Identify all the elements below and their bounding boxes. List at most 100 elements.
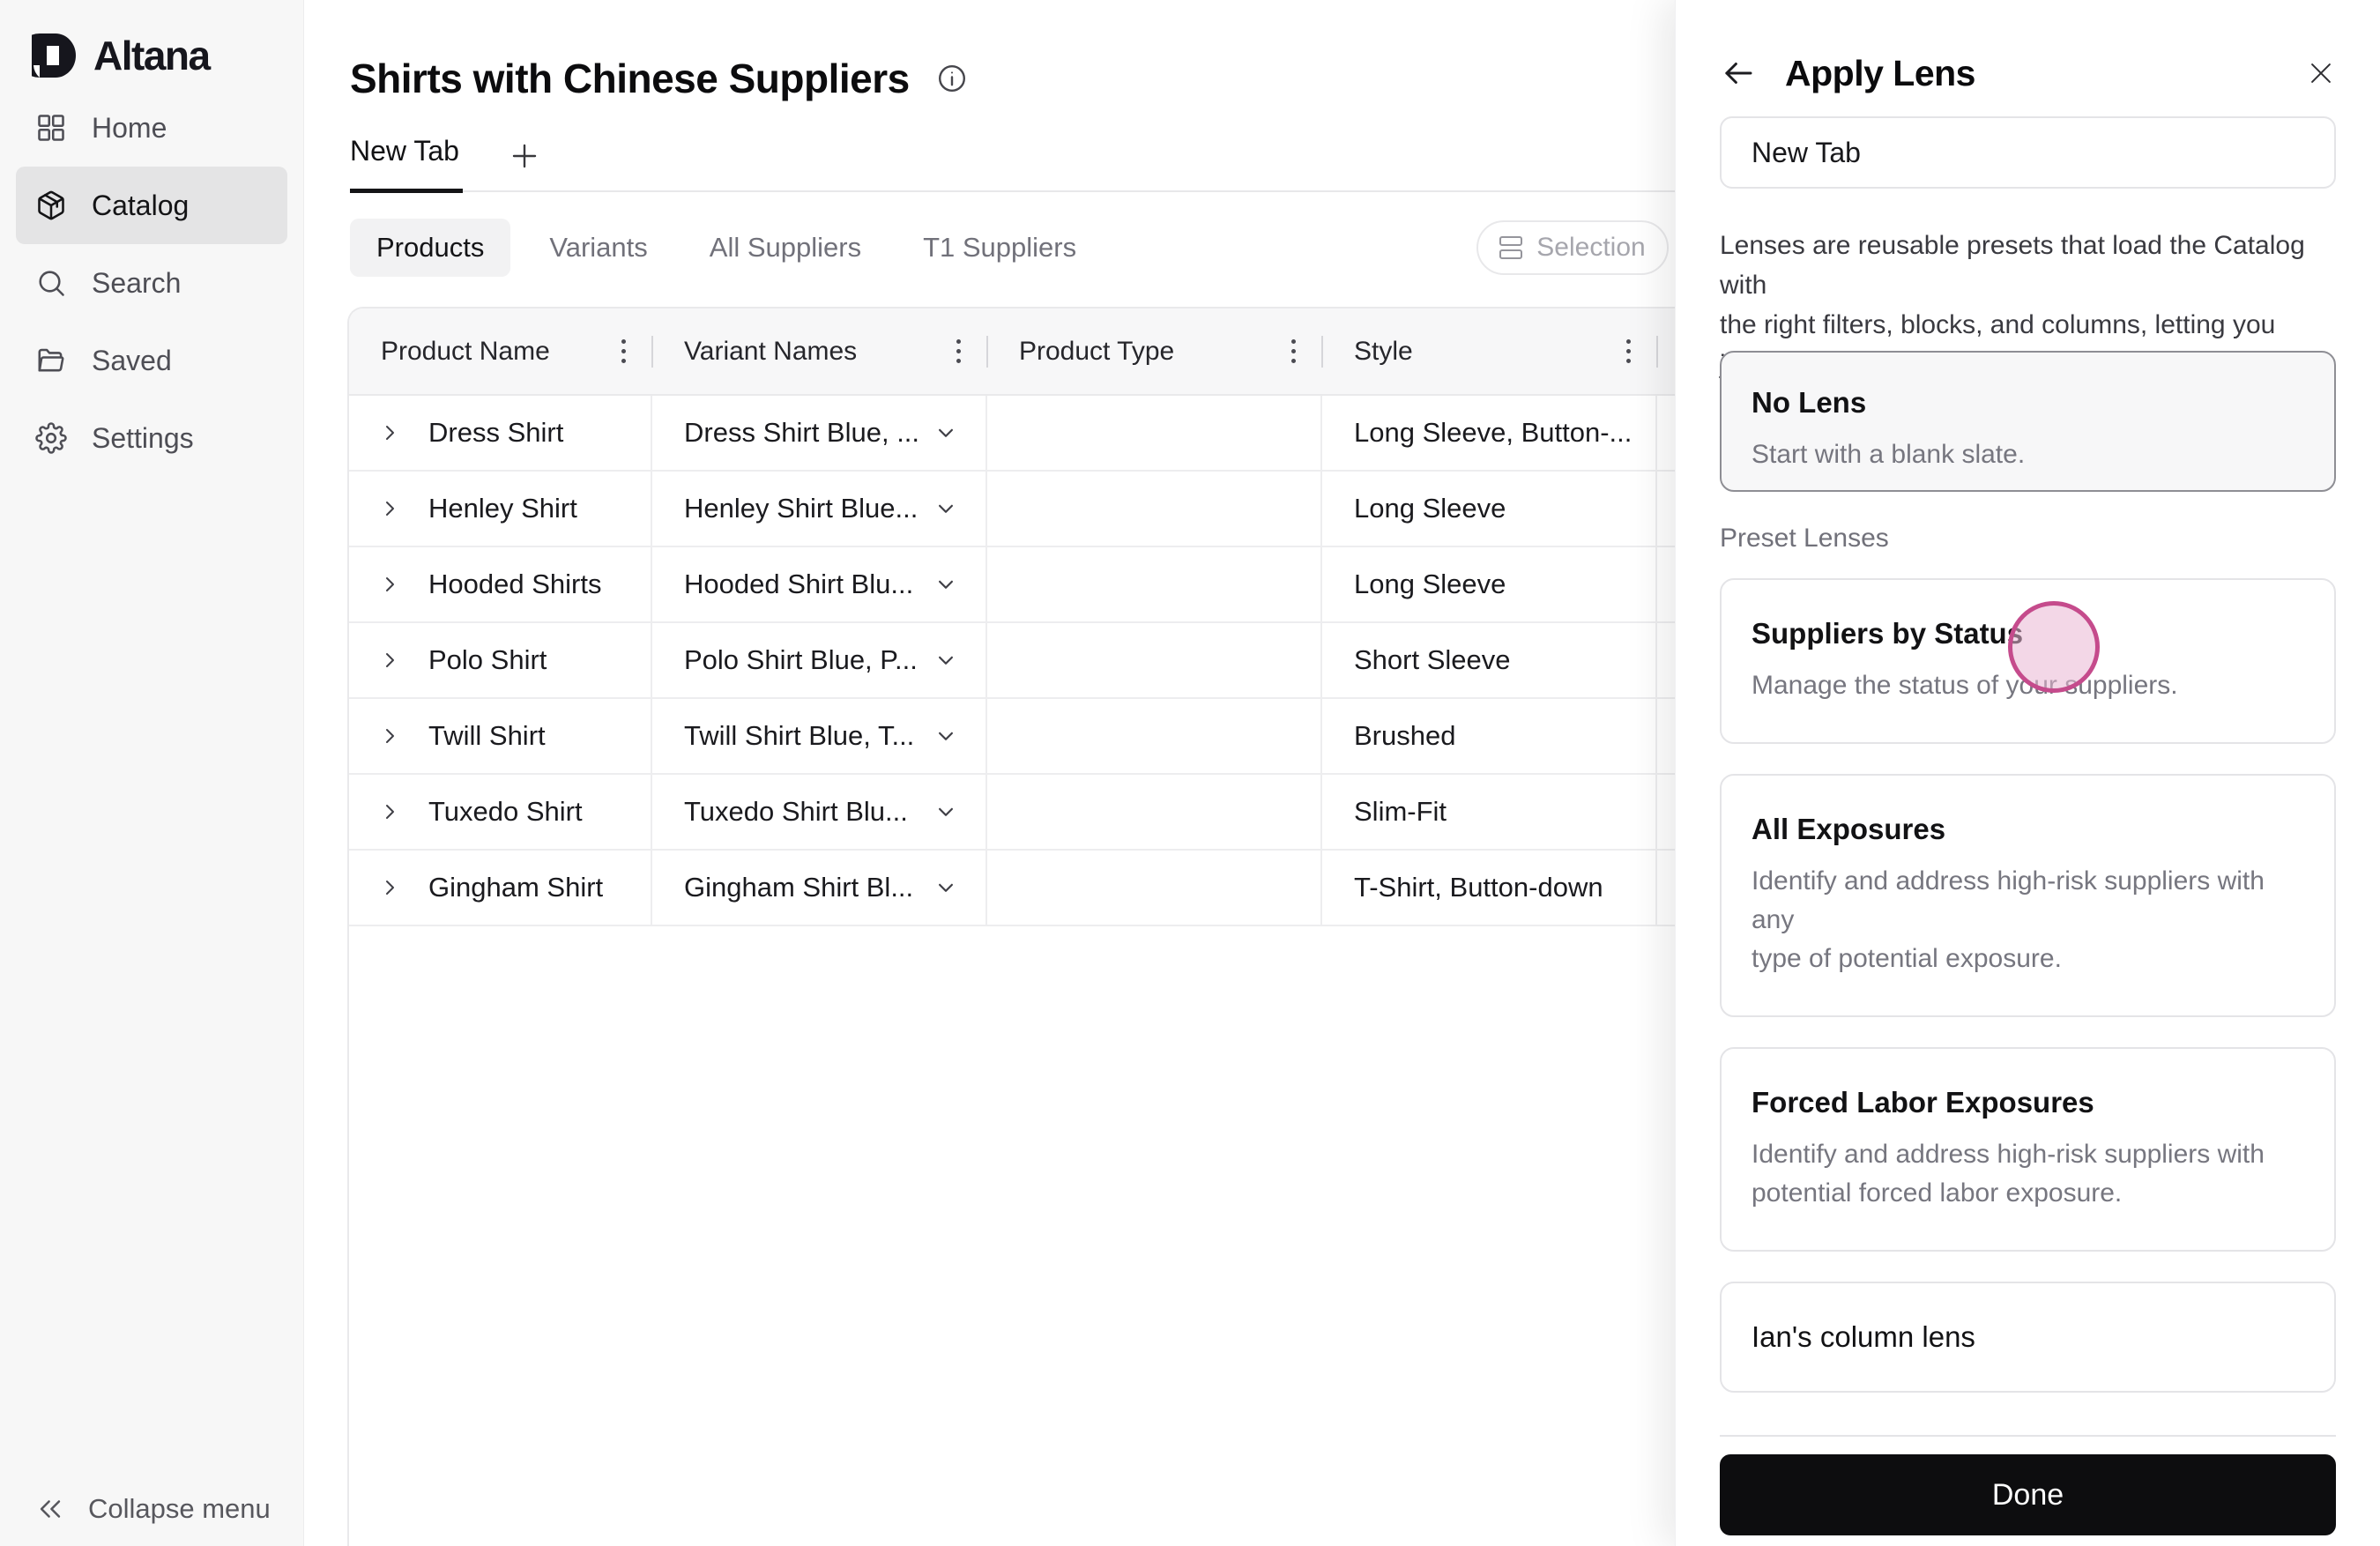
variant-names: Twill Shirt Blue, T... (684, 720, 915, 751)
preset-lens-card-forced-labor-exposures[interactable]: Forced Labor Exposures Identify and addre… (1720, 1047, 2336, 1252)
column-menu-icon[interactable] (949, 331, 968, 372)
tab-new-tab[interactable]: New Tab (350, 135, 463, 193)
chevron-down-icon[interactable] (933, 420, 959, 446)
column-header-label: Product Name (381, 336, 550, 366)
product-type-cell (987, 623, 1322, 697)
product-type-cell (987, 851, 1322, 925)
preset-lens-subtitle: Manage the status of your suppliers. (1752, 671, 2178, 700)
chevron-right-icon[interactable] (379, 650, 400, 671)
product-name: Henley Shirt (428, 493, 577, 524)
close-icon[interactable] (2306, 58, 2336, 88)
column-menu-icon[interactable] (1284, 331, 1303, 372)
preset-lens-title: Suppliers by Status (1752, 617, 2024, 650)
chevron-right-icon[interactable] (379, 422, 400, 443)
panel-footer: Done (1720, 1435, 2336, 1535)
logo-wordmark: Altana (93, 33, 211, 78)
sidebar-nav: Home Catalog Search Saved Settings (0, 89, 303, 477)
sidebar-item-label: Home (92, 111, 167, 144)
plus-icon (512, 144, 537, 168)
variant-names-cell: Polo Shirt Blue, P... (652, 623, 987, 697)
panel-title: Apply Lens (1785, 52, 1975, 93)
gear-icon (35, 422, 67, 454)
apply-lens-panel: Apply Lens Lenses are reusable presets t… (1675, 0, 2380, 1546)
filter-tab-variants[interactable]: Variants (526, 219, 670, 277)
column-header-label: Product Type (1019, 336, 1175, 366)
no-lens-card[interactable]: No Lens Start with a blank slate. (1720, 351, 2336, 492)
preset-lens-title: Ian's column lens (1752, 1320, 1975, 1353)
sidebar-item-settings[interactable]: Settings (16, 399, 287, 477)
preset-lens-title: Forced Labor Exposures (1752, 1086, 2094, 1119)
column-header-label: Style (1354, 336, 1413, 366)
variant-names: Gingham Shirt Bl... (684, 872, 914, 903)
chevron-down-icon[interactable] (933, 874, 959, 901)
no-lens-subtitle: Start with a blank slate. (1752, 440, 2026, 469)
chevron-down-icon[interactable] (933, 495, 959, 522)
variant-names: Henley Shirt Blue... (684, 493, 919, 524)
style-cell: Long Sleeve (1322, 547, 1657, 621)
sidebar-item-saved[interactable]: Saved (16, 322, 287, 399)
product-name-cell: Henley Shirt (349, 472, 652, 546)
product-name-cell: Polo Shirt (349, 623, 652, 697)
add-tab-button[interactable] (509, 140, 540, 176)
back-arrow-icon[interactable] (1720, 55, 1757, 92)
box-icon (38, 190, 64, 220)
filter-tab-all-suppliers[interactable]: All Suppliers (687, 219, 884, 277)
chevron-down-icon[interactable] (933, 723, 959, 749)
altana-logo-icon (32, 33, 76, 78)
preset-lens-card-ian-s-column-lens[interactable]: Ian's column lens (1720, 1282, 2336, 1393)
column-menu-icon[interactable] (1619, 331, 1638, 372)
chevron-right-icon[interactable] (379, 574, 400, 595)
product-name-cell: Hooded Shirts (349, 547, 652, 621)
column-menu-icon[interactable] (614, 331, 633, 372)
done-button[interactable]: Done (1720, 1454, 2336, 1535)
chevron-right-icon[interactable] (379, 877, 400, 898)
chevron-right-icon[interactable] (379, 801, 400, 822)
product-name: Gingham Shirt (428, 872, 604, 903)
filter-tab-products[interactable]: Products (350, 219, 511, 277)
product-name: Polo Shirt (428, 644, 547, 675)
preset-lens-list: Suppliers by Status Manage the status of … (1720, 578, 2336, 1393)
variant-names: Dress Shirt Blue, ... (684, 417, 920, 448)
variant-names: Hooded Shirt Blu... (684, 569, 914, 599)
column-header-style: Style (1322, 308, 1657, 394)
column-header-variant-names: Variant Names (652, 308, 987, 394)
product-type-cell (987, 775, 1322, 849)
product-type-cell (987, 547, 1322, 621)
entity-filter-tabs: Products Variants All Suppliers T1 Supplier… (350, 219, 1099, 277)
sidebar-item-label: Settings (92, 421, 194, 454)
sidebar-item-label: Saved (92, 344, 172, 376)
preset-lens-subtitle: Identify and address high-risk suppliers… (1752, 1140, 2265, 1208)
product-type-cell (987, 396, 1322, 470)
chevron-right-icon[interactable] (379, 498, 400, 519)
sidebar-item-search[interactable]: Search (16, 244, 287, 322)
column-header-product-type: Product Type (987, 308, 1322, 394)
filter-tab-t1-suppliers[interactable]: T1 Suppliers (900, 219, 1099, 277)
variant-names-cell: Henley Shirt Blue... (652, 472, 987, 546)
sidebar-item-home[interactable]: Home (16, 89, 287, 167)
column-header-product-name: Product Name (349, 308, 652, 394)
preset-lens-subtitle: Identify and address high-risk suppliers… (1752, 866, 2265, 973)
preset-lenses-heading: Preset Lenses (1720, 524, 1889, 553)
chevron-down-icon[interactable] (933, 647, 959, 673)
variant-names-cell: Dress Shirt Blue, ... (652, 396, 987, 470)
collapse-menu-button[interactable]: Collapse menu (35, 1493, 271, 1525)
page-title: Shirts with Chinese Suppliers (350, 56, 910, 101)
style-cell: Brushed (1322, 699, 1657, 773)
chevron-down-icon[interactable] (933, 571, 959, 598)
info-icon[interactable] (936, 63, 968, 94)
product-type-cell (987, 472, 1322, 546)
variant-names-cell: Hooded Shirt Blu... (652, 547, 987, 621)
sidebar-item-label: Catalog (92, 189, 190, 221)
chevron-right-icon[interactable] (379, 725, 400, 747)
selection-button[interactable]: Selection (1476, 220, 1669, 275)
style-cell: Long Sleeve, Button-... (1322, 396, 1657, 470)
sidebar-item-catalog[interactable]: Catalog (16, 167, 287, 244)
tab-name-input[interactable] (1720, 116, 2336, 189)
chevron-down-icon[interactable] (933, 799, 959, 825)
preset-lens-card-all-exposures[interactable]: All Exposures Identify and address high-r… (1720, 774, 2336, 1017)
logo[interactable]: Altana (32, 32, 211, 79)
sidebar-item-label: Search (92, 266, 182, 299)
product-name-cell: Dress Shirt (349, 396, 652, 470)
preset-lens-card-suppliers-by-status[interactable]: Suppliers by Status Manage the status of … (1720, 578, 2336, 744)
column-header-label: Variant Names (684, 336, 858, 366)
